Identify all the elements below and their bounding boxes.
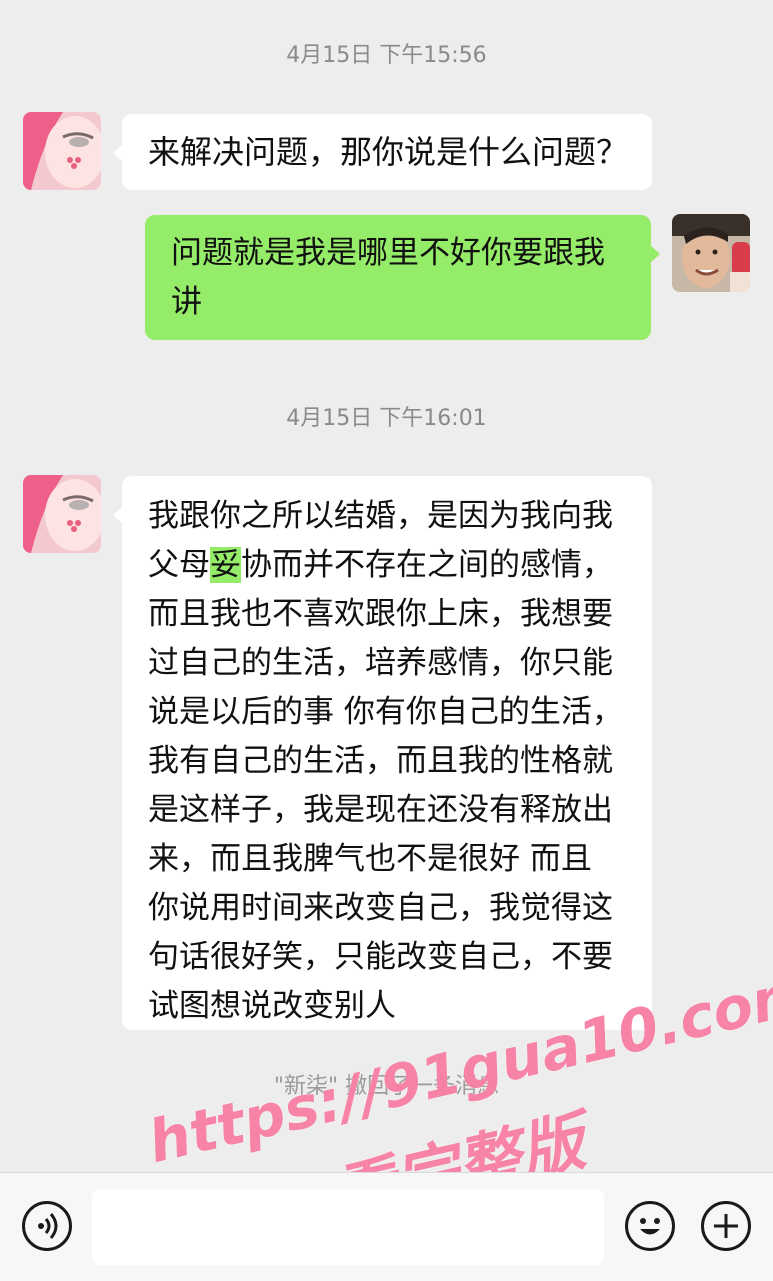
input-bar [0,1172,773,1281]
voice-icon[interactable] [22,1201,72,1251]
emoji-icon[interactable] [625,1201,675,1251]
message-text-line: 我有自己的生活，而且我的性格就 [148,743,613,779]
highlighted-character: 妥 [210,547,241,583]
timestamp: 4月15日 下午16:01 [286,406,487,431]
message-text-line: 来，而且我脾气也不是很好 而且 [148,841,592,877]
timestamp: 4月15日 下午15:56 [286,43,487,68]
contact-avatar[interactable] [23,475,101,553]
message-text-line: 父母妥协而并不存在之间的感情， [148,547,613,583]
message-text-line: 你说用时间来改变自己，我觉得这 [148,890,613,926]
message-text-line: 说是以后的事 你有你自己的生活， [148,694,623,730]
message-text-line: 我跟你之所以结婚，是因为我向我 [148,498,613,534]
message-bubble-received[interactable]: 我跟你之所以结婚，是因为我向我 父母妥协而并不存在之间的感情， 而且我也不喜欢跟… [113,476,652,1030]
message-text-line: 句话很好笑，只能改变自己，不要 [148,939,613,975]
message-text-line: 讲 [171,284,202,320]
self-avatar[interactable] [672,214,750,292]
message-text-line: 问题就是我是哪里不好你要跟我 [171,235,605,271]
message-bubble-sent[interactable]: 问题就是我是哪里不好你要跟我 讲 [145,215,660,340]
message-text-line: 是这样子，我是现在还没有释放出 [148,792,613,828]
message-text-line: 过自己的生活，培养感情，你只能 [148,645,613,681]
contact-avatar[interactable] [23,112,101,190]
message-text: 来解决问题，那你说是什么问题？ [148,133,629,171]
message-text-line: 而且我也不喜欢跟你上床，我想要 [148,596,613,632]
message-bubble-received[interactable]: 来解决问题，那你说是什么问题？ [113,114,652,190]
message-input[interactable] [92,1189,604,1265]
plus-icon[interactable] [701,1201,751,1251]
